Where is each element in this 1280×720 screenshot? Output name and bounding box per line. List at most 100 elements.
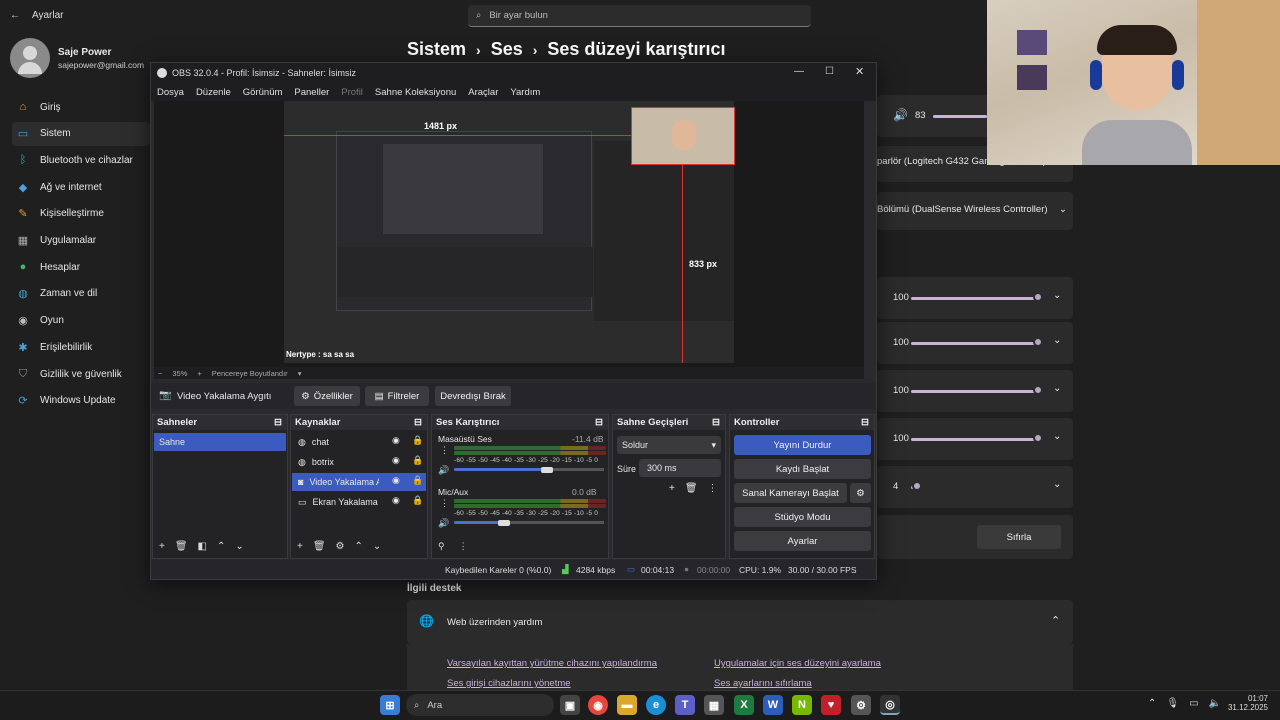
- sidebar-item-uygulamalar[interactable]: ▦ Uygulamalar: [12, 229, 150, 253]
- slider-knob[interactable]: [1033, 433, 1043, 443]
- gear-icon[interactable]: ⚙: [336, 541, 345, 552]
- help-link-2[interactable]: Uygulamalar için ses düzeyini ayarlama: [714, 658, 881, 669]
- lock-icon[interactable]: 🔒: [412, 475, 423, 486]
- up-icon[interactable]: ⌃: [355, 541, 363, 552]
- filter-icon[interactable]: ◧: [198, 541, 207, 552]
- dock-menu-icon[interactable]: ⊟: [414, 415, 422, 430]
- source-item[interactable]: ◍ chat ◉ 🔒: [292, 433, 426, 451]
- task-view-icon[interactable]: ▣: [560, 695, 580, 715]
- dock-menu-icon[interactable]: ⊟: [274, 415, 282, 430]
- menu-görünüm[interactable]: Görünüm: [243, 87, 283, 98]
- menu-dosya[interactable]: Dosya: [157, 87, 184, 98]
- reset-button[interactable]: Sıfırla: [977, 525, 1061, 549]
- back-arrow-icon[interactable]: ←: [10, 10, 20, 21]
- add-icon[interactable]: +: [669, 483, 675, 494]
- duration-input[interactable]: 300 ms: [639, 459, 721, 477]
- filters-button[interactable]: ▤ Filtreler: [365, 386, 429, 406]
- master-volume-slider[interactable]: [933, 115, 987, 118]
- dock-menu-icon[interactable]: ⊟: [712, 415, 720, 430]
- app-heart-icon[interactable]: ♥: [821, 695, 841, 715]
- sidebar-item-bluetooth-ve-cihazlar[interactable]: ᛒ Bluetooth ve cihazlar: [12, 148, 150, 172]
- sidebar-item-windows-update[interactable]: ⟳ Windows Update: [12, 389, 150, 413]
- settings-button[interactable]: Ayarlar: [734, 531, 871, 551]
- lock-icon[interactable]: 🔒: [412, 455, 423, 466]
- app-volume-slider[interactable]: [911, 297, 1037, 300]
- settings-app-icon[interactable]: ⚙: [851, 695, 871, 715]
- transition-select[interactable]: Soldur ▾: [617, 436, 721, 454]
- eye-icon[interactable]: ◉: [392, 435, 400, 446]
- app-volume-slider[interactable]: [911, 390, 1037, 393]
- chevron-up-icon[interactable]: ⌃: [1148, 698, 1156, 709]
- lock-icon[interactable]: 🔒: [412, 435, 423, 446]
- start-recording-button[interactable]: Kaydı Başlat: [734, 459, 871, 479]
- deactivate-button[interactable]: Devredışı Bırak: [435, 386, 511, 406]
- menu-düzenle[interactable]: Düzenle: [196, 87, 231, 98]
- maximize-icon[interactable]: ☐: [825, 66, 834, 77]
- mic-icon[interactable]: 🎙: [1166, 698, 1179, 709]
- sidebar-item-gizlilik-ve-güvenlik[interactable]: ⛉ Gizlilik ve güvenlik: [12, 362, 150, 386]
- slider-knob[interactable]: [1033, 292, 1043, 302]
- sidebar-item-ağ-ve-internet[interactable]: ◆ Ağ ve internet: [12, 175, 150, 199]
- eye-icon[interactable]: ◉: [392, 475, 400, 486]
- zoom-out-icon[interactable]: −: [158, 369, 162, 378]
- web-help-row[interactable]: 🌐 Web üzerinden yardım ⌃: [407, 600, 1073, 644]
- sidebar-item-zaman-ve-dil[interactable]: ◍ Zaman ve dil: [12, 282, 150, 306]
- chrome-icon[interactable]: ◉: [588, 695, 608, 715]
- selected-webcam-source[interactable]: [631, 107, 735, 165]
- input-device-select[interactable]: Bölümü (DualSense Wireless Controller) ⌄: [877, 204, 1067, 220]
- store-icon[interactable]: ▦: [704, 695, 724, 715]
- more-icon[interactable]: ⋮: [708, 483, 718, 494]
- virtual-camera-button[interactable]: Sanal Kamerayı Başlat: [734, 483, 847, 503]
- chevron-down-icon[interactable]: ⌄: [1053, 479, 1061, 490]
- taskbar-search[interactable]: ⌕ Ara: [406, 694, 554, 716]
- menu-profil[interactable]: Profil: [341, 87, 363, 98]
- source-item[interactable]: ▭ Ekran Yakalama ◉ 🔒: [292, 493, 426, 511]
- zoom-in-icon[interactable]: +: [197, 369, 201, 378]
- app-volume-slider[interactable]: [911, 438, 1037, 441]
- up-icon[interactable]: ⌃: [217, 541, 225, 552]
- add-icon[interactable]: +: [159, 541, 165, 552]
- more-icon[interactable]: ⋮: [440, 498, 449, 509]
- chevron-up-icon[interactable]: ⌃: [1051, 614, 1060, 627]
- down-icon[interactable]: ⌄: [373, 541, 381, 552]
- edge-icon[interactable]: e: [646, 695, 666, 715]
- slider-knob[interactable]: [1033, 337, 1043, 347]
- more-icon[interactable]: ⋮: [459, 541, 468, 552]
- excel-icon[interactable]: X: [734, 695, 754, 715]
- eye-icon[interactable]: ◉: [392, 495, 400, 506]
- chevron-down-icon[interactable]: ⌄: [1053, 290, 1061, 301]
- help-link-1[interactable]: Varsayılan kayıttan yürütme cihazını yap…: [447, 658, 657, 669]
- speaker-icon[interactable]: 🔊: [893, 108, 908, 122]
- studio-mode-button[interactable]: Stüdyo Modu: [734, 507, 871, 527]
- stop-stream-button[interactable]: Yayını Durdur: [734, 435, 871, 455]
- dock-menu-icon[interactable]: ⊟: [595, 415, 603, 430]
- sidebar-item-erişilebilirlik[interactable]: ✱ Erişilebilirlik: [12, 335, 150, 359]
- volume-icon[interactable]: 🔈: [1209, 698, 1221, 709]
- volume-icon[interactable]: 🔊: [438, 518, 449, 529]
- zoom-mode[interactable]: Pencereye Boyutlandır: [212, 369, 288, 378]
- eye-icon[interactable]: ◉: [392, 455, 400, 466]
- menu-araçlar[interactable]: Araçlar: [468, 87, 498, 98]
- chevron-down-icon[interactable]: ⌄: [1053, 431, 1061, 442]
- source-item[interactable]: ◙ Video Yakalama Ay ◉ 🔒: [292, 473, 426, 491]
- lock-icon[interactable]: 🔒: [412, 495, 423, 506]
- sidebar-item-kişiselleştirme[interactable]: ✎ Kişiselleştirme: [12, 202, 150, 226]
- menu-sahne-koleksiyonu[interactable]: Sahne Koleksiyonu: [375, 87, 456, 98]
- chevron-down-icon[interactable]: ⌄: [1053, 383, 1061, 394]
- source-item[interactable]: ◍ botrix ◉ 🔒: [292, 453, 426, 471]
- app-volume-slider[interactable]: [911, 342, 1037, 345]
- slider-knob[interactable]: [912, 481, 923, 491]
- nvidia-icon[interactable]: N: [792, 695, 812, 715]
- help-link-4[interactable]: Ses ayarlarını sıfırlama: [714, 678, 812, 689]
- word-icon[interactable]: W: [763, 695, 783, 715]
- minimize-icon[interactable]: —: [794, 66, 804, 77]
- fader-knob[interactable]: [541, 467, 553, 473]
- volume-fader[interactable]: [454, 468, 547, 471]
- chevron-down-icon[interactable]: ▾: [298, 369, 302, 378]
- more-icon[interactable]: ⋮: [440, 445, 449, 456]
- menu-yardım[interactable]: Yardım: [510, 87, 540, 98]
- sidebar-item-giriş[interactable]: ⌂ Giriş: [12, 95, 150, 119]
- volume-icon[interactable]: 🔊: [438, 465, 449, 476]
- trash-icon[interactable]: 🗑: [313, 541, 326, 552]
- scene-item[interactable]: Sahne: [154, 433, 286, 451]
